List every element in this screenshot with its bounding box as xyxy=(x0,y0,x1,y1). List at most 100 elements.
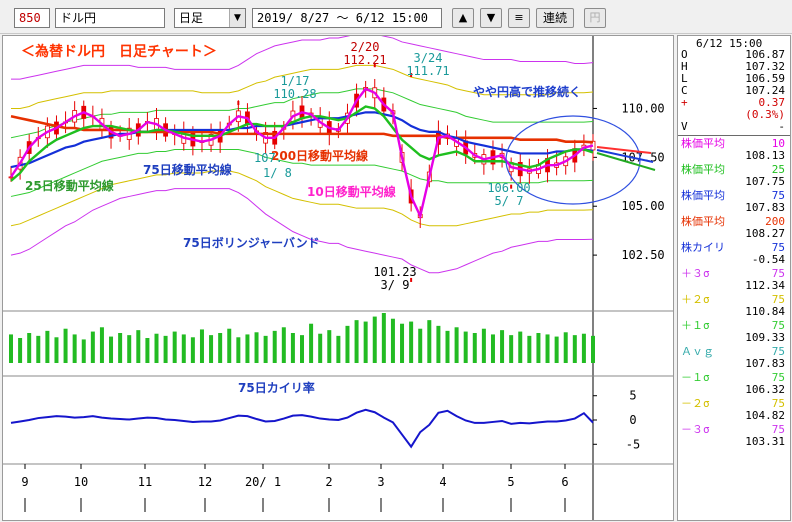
price-tick-label: 110.00 xyxy=(621,101,664,115)
toolbar: 850 ドル円 日足 ▼ 2019/ 8/27 ～ 6/12 15:00 ▲ ▼… xyxy=(0,0,792,34)
ma200-label: 200日移動平均線 xyxy=(271,148,368,163)
deviation-tick-label: 0 xyxy=(629,413,636,427)
indicator-value-row-value: 106.32 xyxy=(745,383,785,396)
volume-bar xyxy=(572,335,577,363)
indicator-value-row: 108.27 xyxy=(678,228,788,240)
volume-bar xyxy=(463,331,468,363)
indicator-value-row: 110.84 xyxy=(678,306,788,318)
price-tick-label: 105.00 xyxy=(621,199,664,213)
indicator-value-row-value: 107.83 xyxy=(745,357,785,370)
prev-symbol-button[interactable]: ▲ xyxy=(452,8,474,28)
indicator-row-label: －３σ xyxy=(681,423,710,436)
candle-body xyxy=(8,176,14,179)
trough-value: 107. xyxy=(254,151,283,165)
period-select[interactable]: 日足 ▼ xyxy=(174,8,246,28)
chart-area[interactable]: 110.00 107.50 105.00 102.50 ＜為替ドル円 日足チャート＞ 25… xyxy=(2,35,674,521)
chart-title: ＜為替ドル円 日足チャート＞ xyxy=(21,43,217,60)
volume-bar xyxy=(418,328,423,363)
volume-bar xyxy=(245,334,250,363)
next-symbol-button[interactable]: ▼ xyxy=(480,8,502,28)
volume-bar xyxy=(27,333,32,363)
ma25-label: 25日移動平均線 xyxy=(25,178,114,193)
volume-bar xyxy=(591,335,595,363)
price-chart-svg: 110.00107.50105.00102.50＜為替ドル円 日足チャート＞25… xyxy=(3,36,673,520)
indicator-value-row: 104.82 xyxy=(678,410,788,422)
volume-bar xyxy=(18,338,23,363)
volume-bar xyxy=(272,330,277,363)
indicator-row-label: －２σ xyxy=(681,397,710,410)
indicator-value-row: 107.83 xyxy=(678,358,788,370)
volume-bar xyxy=(72,334,77,363)
volume-bar xyxy=(9,334,13,363)
period-select-value: 日足 xyxy=(179,11,204,25)
ma75-label: 75日移動平均線 xyxy=(143,162,232,177)
ma10-label: 10日移動平均線 xyxy=(307,184,396,199)
trough-date: 3/ 9 xyxy=(381,278,410,292)
indicator-value-row-value: 107.75 xyxy=(745,175,785,188)
chevron-down-icon[interactable]: ▼ xyxy=(229,9,245,27)
volume-bar xyxy=(327,330,332,363)
volume-bar xyxy=(290,333,295,363)
x-tick-label: 6 xyxy=(561,475,568,489)
moving-average-line xyxy=(10,105,594,182)
volume-bar xyxy=(227,328,232,363)
volume-bar xyxy=(500,330,505,363)
x-tick-label: 3 xyxy=(377,475,384,489)
volume-bar xyxy=(318,333,323,363)
indicator-value-row-value: 103.31 xyxy=(745,435,785,448)
menu-button[interactable]: ≡ xyxy=(508,8,530,28)
peak-value: 111.71 xyxy=(406,64,449,78)
volume-bar xyxy=(436,325,441,363)
volume-bar xyxy=(545,334,550,363)
deviation-tick-label: -5 xyxy=(626,437,640,451)
volume-bar xyxy=(63,328,68,363)
volume-bar xyxy=(172,331,177,363)
volume-bar xyxy=(563,332,568,363)
bollinger-label: 75日ボリンジャーバンド xyxy=(183,235,320,250)
volume-bar xyxy=(190,337,195,363)
indicator-value-row: 107.83 xyxy=(678,202,788,214)
volume-bar xyxy=(554,336,559,363)
indicator-value-row: 106.32 xyxy=(678,384,788,396)
peak-date: 1/17 xyxy=(281,74,310,88)
volume-bar xyxy=(236,337,241,363)
indicator-row-label: ＋１σ xyxy=(681,319,710,332)
stock-code-field[interactable]: 850 xyxy=(14,8,50,28)
indicator-row-label: 株価平均 xyxy=(681,189,725,202)
indicator-row-label: 株価平均 xyxy=(681,163,725,176)
volume-bar xyxy=(118,333,123,363)
trough-date: 1/ 8 xyxy=(263,166,292,180)
peak-date: 3/24 xyxy=(414,51,443,65)
indicator-panel: 6/12 15:00 O 106.87 H 107.32 L 106.59 C 107.24 +0… xyxy=(677,35,791,521)
yen-button[interactable]: 円 xyxy=(584,8,606,28)
volume-row-label: V xyxy=(681,120,688,133)
annotation-note: やや円高で推移続く xyxy=(473,84,581,99)
volume-bar xyxy=(390,318,395,363)
indicator-value-row: 107.75 xyxy=(678,176,788,188)
volume-bar xyxy=(445,330,450,363)
deviation-label: 75日カイリ率 xyxy=(238,380,315,395)
indicator-value-row-value: -0.54 xyxy=(751,253,785,266)
trough-value: 101.23 xyxy=(373,265,416,279)
deviation-line xyxy=(10,408,594,449)
indicator-value-row: 103.31 xyxy=(678,436,788,448)
change-row-label: + xyxy=(681,96,688,109)
volume-bar xyxy=(254,332,259,363)
volume-bar xyxy=(99,327,104,363)
x-tick-label: 11 xyxy=(138,475,152,489)
peak-value: 112.21 xyxy=(343,53,386,67)
volume-bar xyxy=(145,338,150,363)
continuous-button[interactable]: 連続 xyxy=(536,8,574,28)
volume-bar xyxy=(300,335,304,363)
indicator-value-row-value: 112.34 xyxy=(745,279,785,292)
symbol-name-field[interactable]: ドル円 xyxy=(55,8,165,28)
x-tick-label: 12 xyxy=(198,475,212,489)
volume-bar xyxy=(490,334,495,363)
indicator-value-row-value: 109.33 xyxy=(745,331,785,344)
indicator-value-row-value: 107.83 xyxy=(745,201,785,214)
volume-bar xyxy=(136,330,141,363)
volume-bar xyxy=(536,333,541,363)
volume-bar xyxy=(81,339,86,363)
x-tick-label: 20/ 1 xyxy=(245,475,281,489)
volume-bar xyxy=(336,335,341,363)
